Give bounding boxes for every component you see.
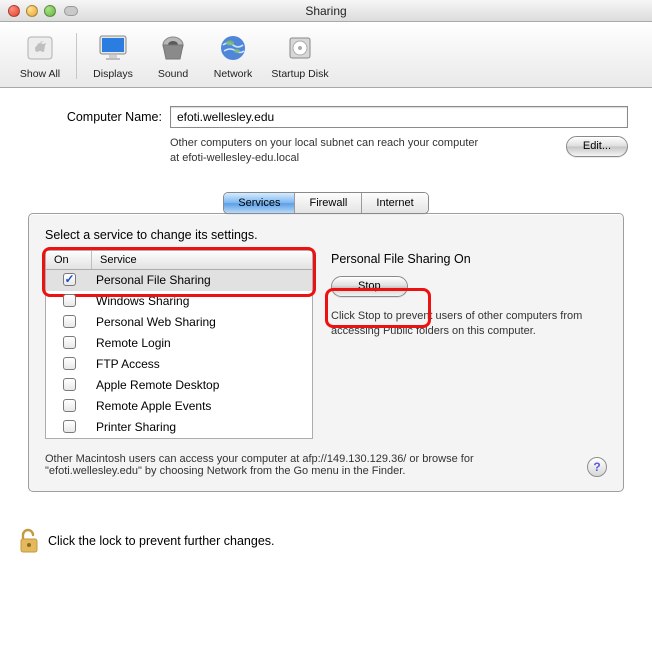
table-row[interactable]: Windows Sharing (46, 291, 312, 312)
checkbox[interactable] (63, 294, 76, 307)
speaker-icon (156, 31, 190, 65)
window-title: Sharing (0, 4, 652, 18)
table-row[interactable]: Remote Apple Events (46, 396, 312, 417)
services-table: On Service Personal File Sharing Windows … (45, 250, 313, 439)
titlebar: Sharing (0, 0, 652, 22)
toolbar-label: Show All (20, 68, 60, 80)
service-name: Apple Remote Desktop (92, 378, 312, 392)
computer-name-field[interactable] (170, 106, 628, 128)
service-name: Printer Sharing (92, 420, 312, 434)
toolbar-label: Startup Disk (271, 68, 328, 80)
tab-firewall[interactable]: Firewall (294, 193, 361, 213)
help-button[interactable]: ? (587, 457, 607, 477)
toolbar: Show All Displays Sound Network Startup … (0, 22, 652, 88)
table-header: On Service (46, 251, 312, 270)
edit-button[interactable]: Edit... (566, 136, 628, 157)
toolbar-startup-disk[interactable]: Startup Disk (263, 31, 337, 80)
service-name: Remote Login (92, 336, 312, 350)
table-row[interactable]: Personal Web Sharing (46, 312, 312, 333)
toolbar-sound[interactable]: Sound (143, 31, 203, 80)
table-row[interactable]: Remote Login (46, 333, 312, 354)
table-row[interactable]: Personal File Sharing (46, 270, 312, 291)
disk-icon (283, 31, 317, 65)
service-name: Remote Apple Events (92, 399, 312, 413)
checkbox[interactable] (63, 420, 76, 433)
zoom-button[interactable] (44, 5, 56, 17)
toolbar-show-all[interactable]: Show All (10, 31, 70, 80)
toolbar-network[interactable]: Network (203, 31, 263, 80)
services-pane: Select a service to change its settings.… (28, 213, 624, 492)
window-controls (8, 5, 56, 17)
detail-heading: Personal File Sharing On (331, 252, 607, 266)
toolbar-label: Displays (93, 68, 133, 80)
col-service[interactable]: Service (92, 251, 312, 269)
table-row[interactable]: Apple Remote Desktop (46, 375, 312, 396)
tab-internet[interactable]: Internet (361, 193, 427, 213)
table-row[interactable]: Printer Sharing (46, 417, 312, 438)
checkbox[interactable] (63, 315, 76, 328)
checkbox[interactable] (63, 357, 76, 370)
col-on[interactable]: On (46, 251, 92, 269)
close-button[interactable] (8, 5, 20, 17)
checkbox[interactable] (63, 399, 76, 412)
toolbar-toggle[interactable] (64, 6, 78, 16)
lock-icon[interactable] (18, 528, 40, 554)
minimize-button[interactable] (26, 5, 38, 17)
checkbox[interactable] (63, 336, 76, 349)
detail-desc: Click Stop to prevent users of other com… (331, 309, 607, 339)
separator (76, 33, 77, 79)
service-name: Personal File Sharing (92, 273, 312, 287)
apple-icon (23, 31, 57, 65)
footer-text: Other Macintosh users can access your co… (45, 453, 573, 477)
service-name: Windows Sharing (92, 294, 312, 308)
service-name: FTP Access (92, 357, 312, 371)
checkbox[interactable] (63, 378, 76, 391)
tab-bar: Services Firewall Internet (223, 192, 428, 214)
computer-name-hint: Other computers on your local subnet can… (170, 136, 480, 166)
services-prompt: Select a service to change its settings. (45, 228, 607, 242)
computer-name-label: Computer Name: (24, 110, 162, 124)
tab-services[interactable]: Services (224, 193, 294, 213)
lock-text: Click the lock to prevent further change… (48, 534, 275, 548)
toolbar-displays[interactable]: Displays (83, 31, 143, 80)
table-row[interactable]: FTP Access (46, 354, 312, 375)
toolbar-label: Network (214, 68, 253, 80)
stop-button[interactable]: Stop (331, 276, 408, 297)
service-name: Personal Web Sharing (92, 315, 312, 329)
globe-icon (216, 31, 250, 65)
toolbar-label: Sound (158, 68, 188, 80)
display-icon (96, 31, 130, 65)
checkbox[interactable] (63, 273, 76, 286)
